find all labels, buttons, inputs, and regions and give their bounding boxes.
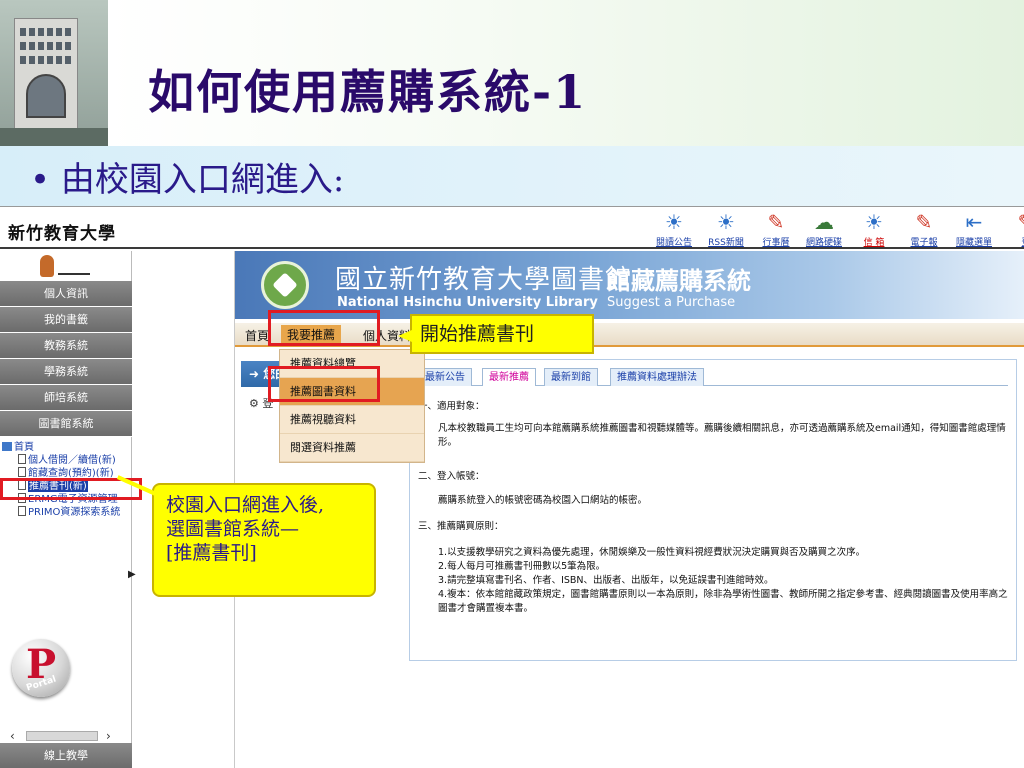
sidebar-item-3[interactable]: 學務系統 [0, 359, 132, 385]
sidebar-scrollbar[interactable]: ‹ › [0, 729, 132, 743]
content-tab[interactable]: 推薦資料處理辦法 [610, 368, 704, 386]
logout-icon: ✎ [1012, 209, 1024, 235]
content-tab[interactable]: 最新公告 [418, 368, 472, 386]
slide-header: 如何使用薦購系統-1 [0, 0, 1024, 150]
sidebar-item-5[interactable]: 圖書館系統 [0, 411, 132, 437]
dropdown-item[interactable]: 閱選資料推薦 [280, 434, 424, 462]
portal-name: 新竹教育大學 [8, 224, 116, 244]
section-heading: 三、推薦購買原則： [418, 521, 504, 532]
sidebar-item-1[interactable]: 我的書籤 [0, 307, 132, 333]
toolbar-label: 電子報 [910, 238, 938, 248]
scroll-track[interactable] [26, 731, 98, 741]
calendar-icon: ✎ [767, 210, 785, 234]
sidebar-item-0[interactable]: 個人資訊 [0, 281, 132, 307]
toolbar-logout-button[interactable]: ✎登 [1002, 207, 1024, 249]
scroll-right-icon[interactable]: › [106, 729, 111, 743]
section-heading: 二、登入帳號： [418, 471, 485, 482]
library-building-photo [0, 0, 108, 148]
section-heading: 一、適用對象： [418, 401, 485, 412]
library-name-en: National Hsinchu University Library [337, 295, 598, 310]
rule-item: 4.複本：依本館館藏政策規定，圖書館購書原則以一本為原則，除非為學術性圖書、教師… [438, 589, 1008, 614]
sidebar-menu: 個人資訊 我的書籤 教務系統 學務系統 師培系統 圖書館系統 [0, 281, 132, 437]
toolbar-read-announcement-button[interactable]: ☀ 閱讀公告 [650, 207, 698, 249]
toolbar-network-drive-button[interactable]: ☁ 網路硬碟 [800, 207, 848, 249]
toolbar-label: 信 箱 [863, 238, 885, 248]
newsletter-icon: ✎ [915, 210, 933, 234]
sidebar-item-online-teaching[interactable]: 線上教學 [0, 743, 132, 768]
user-avatar-icon[interactable] [38, 255, 98, 279]
sidebar-item-4[interactable]: 師培系統 [0, 385, 132, 411]
document-icon [18, 467, 26, 477]
toolbar-label: RSS新聞 [708, 238, 744, 248]
content-tab[interactable]: 最新推薦 [482, 368, 536, 386]
content-tabs: 最新公告 最新推薦 最新到館 推薦資料處理辦法 [418, 366, 1008, 386]
system-name: 館藏薦購系統 [607, 267, 751, 295]
portal-sidebar: 個人資訊 我的書籤 教務系統 學務系統 師培系統 圖書館系統 首頁 個人借閱／續借(新) 館… [0, 251, 136, 768]
slide-title: 如何使用薦購系統-1 [148, 65, 588, 119]
tree-root-home[interactable]: 首頁 [0, 441, 132, 454]
bullet-text: • 由校園入口網進入: [30, 160, 345, 200]
document-icon [18, 454, 26, 464]
callout-start-recommend: 開始推薦書刊 [398, 314, 594, 354]
rule-item: 1.以支援教學研究之資料為優先處理，休閒娛樂及一般性資料視經費狀況決定購買與否及… [438, 547, 866, 558]
portal-logo: P Portal [12, 639, 70, 703]
callout-instructions: 校園入口網進入後, 選圖書館系統— [推薦書刊] [116, 475, 376, 597]
system-name-en: Suggest a Purchase [607, 295, 736, 310]
rss-news-icon: ☀ [717, 210, 735, 234]
toolbar-label: 閱讀公告 [655, 238, 692, 248]
library-logo [261, 261, 309, 309]
rules-list: 1.以支援教學研究之資料為優先處理，休閒娛樂及一般性資料視經費狀況決定購買與否及… [438, 546, 1008, 616]
hide-menu-icon: ⇤ [965, 210, 983, 234]
toolbar-label: 行事曆 [762, 238, 790, 248]
network-drive-icon: ☁ [814, 210, 834, 234]
content-panel: 最新公告 最新推薦 最新到館 推薦資料處理辦法 一、適用對象： 凡本校教職員工生均可向… [409, 359, 1017, 661]
toolbar-mailbox-button[interactable]: ☀ 信 箱 [850, 207, 898, 249]
tree-item[interactable]: 個人借閱／續借(新) [0, 454, 132, 467]
toolbar-rss-news-button[interactable]: ☀ RSS新聞 [702, 207, 750, 249]
rule-item: 2.每人每月可推薦書刊冊數以5筆為限。 [438, 561, 606, 572]
collapse-arrow-icon[interactable]: ▶ [128, 569, 136, 580]
tree-item-label: 個人借閱／續借(新) [28, 455, 116, 466]
content-tab[interactable]: 最新到館 [544, 368, 598, 386]
document-icon [18, 506, 26, 516]
toolbar-label: 登 [1002, 235, 1024, 248]
rule-item: 3.請完整填寫書刊名、作者、ISBN、出版者、出版年，以免延誤書刊進館時效。 [438, 575, 774, 586]
portal-topbar: 新竹教育大學 ☀ 閱讀公告 ☀ RSS新聞 ✎ 行事曆 ☁ 網路硬碟 ☀ 信 箱 ✎ 電子報 ⇤ 隱藏選單… [0, 207, 1024, 249]
mailbox-icon: ☀ [865, 210, 883, 234]
slide: 如何使用薦購系統-1 • 由校園入口網進入: 新竹教育大學 ☀ 閱讀公告 ☀ RSS新… [0, 0, 1024, 768]
library-name: 國立新竹教育大學圖書館 [335, 265, 633, 295]
section-text: 薦購系統登入的帳號密碼為校園入口網站的帳密。 [438, 495, 648, 506]
read-announcement-icon: ☀ [665, 210, 683, 234]
toolbar-label: 網路硬碟 [805, 238, 842, 248]
sidebar-item-2[interactable]: 教務系統 [0, 333, 132, 359]
highlight-box-sidebar-item [0, 478, 142, 500]
tree-item-label: PRIMO資源探索系統 [28, 507, 121, 518]
section-text: 凡本校教職員工生均可向本館薦購系統推薦圖書和視聽媒體等。薦購後續相關訊息，亦可透… [438, 423, 1006, 448]
folder-icon [2, 442, 12, 451]
toolbar-hide-menu-button[interactable]: ⇤ 隱藏選單 [950, 207, 998, 249]
toolbar-label: 隱藏選單 [955, 238, 992, 248]
tree-item[interactable]: PRIMO資源探索系統 [0, 506, 132, 519]
highlight-box-recommend-menu [268, 310, 380, 346]
toolbar-newsletter-button[interactable]: ✎ 電子報 [900, 207, 948, 249]
toolbar-calendar-button[interactable]: ✎ 行事曆 [752, 207, 800, 249]
library-banner: 國立新竹教育大學圖書館 National Hsinchu University … [235, 251, 1024, 319]
scroll-left-icon[interactable]: ‹ [10, 729, 15, 743]
nav-home[interactable]: 首頁 [245, 327, 269, 344]
dropdown-item[interactable]: 推薦視聽資料 [280, 406, 424, 434]
highlight-box-book-recommend [268, 366, 380, 402]
